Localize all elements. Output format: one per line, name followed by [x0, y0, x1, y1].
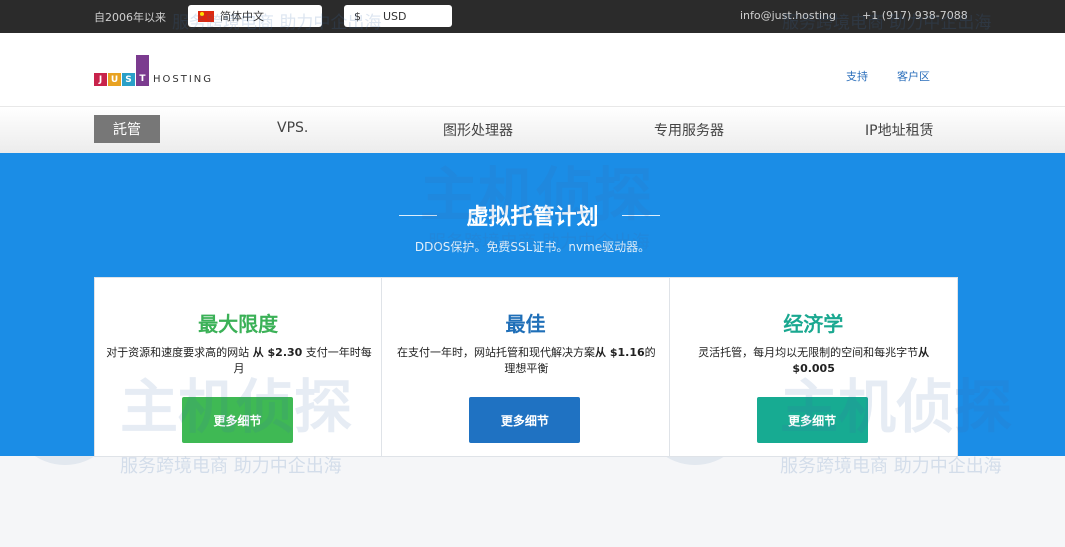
- plan-details-button[interactable]: 更多细节: [756, 397, 868, 443]
- plan-details-button[interactable]: 更多细节: [469, 397, 581, 443]
- nav-item-hosting[interactable]: 託管: [94, 115, 160, 143]
- contact-phone[interactable]: +1 (917) 938-7088: [862, 9, 968, 22]
- logo-letter: S: [122, 73, 135, 86]
- currency-label: USD: [383, 9, 407, 23]
- nav-item-dedicated[interactable]: 专用服务器: [654, 120, 724, 140]
- currency-selector[interactable]: $ USD: [344, 5, 452, 27]
- plan-card-optimal: 最佳 在支付一年时，网站托管和现代解决方案从 $1.16的理想平衡 更多细节: [382, 278, 670, 456]
- language-label: 简体中文: [220, 10, 264, 23]
- since-text: 自2006年以来: [94, 11, 166, 24]
- site-header: J U S T HOSTING 支持 客户区: [0, 33, 1065, 107]
- china-flag-icon: [198, 10, 214, 22]
- nav-item-ip-rental[interactable]: IP地址租赁: [865, 120, 934, 140]
- plan-card-maximum: 最大限度 对于资源和速度要求高的网站 从 $2.30 支付一年时每月 更多细节: [95, 278, 383, 456]
- logo-letter: U: [108, 73, 121, 86]
- hero-subtitle: DDOS保护。免费SSL证书。nvme驱动器。: [414, 240, 651, 254]
- top-bar: 自2006年以来 简体中文 $ USD info@just.hosting +1…: [0, 0, 1065, 33]
- nav-item-gpu[interactable]: 图形处理器: [443, 120, 513, 140]
- plan-details-button[interactable]: 更多细节: [182, 397, 293, 443]
- plan-title: 最大限度: [198, 312, 279, 336]
- nav-item-vps[interactable]: VPS.: [277, 120, 308, 136]
- logo[interactable]: J U S T HOSTING: [94, 54, 213, 86]
- plan-description: 对于资源和速度要求高的网站 从 $2.30 支付一年时每月: [106, 346, 372, 375]
- plan-card-economy: 经济学 灵活托管，每月均以无限制的空间和每兆字节从 $0.005 更多细节: [670, 278, 957, 456]
- plan-title: 最佳: [505, 312, 546, 336]
- language-selector[interactable]: 简体中文: [188, 5, 322, 27]
- plan-price: 从 $1.16: [595, 346, 645, 359]
- plan-description: 在支付一年时，网站托管和现代解决方案从 $1.16的理想平衡: [397, 346, 656, 375]
- client-area-link[interactable]: 客户区: [897, 68, 930, 84]
- logo-letter: T: [136, 55, 149, 86]
- plan-title: 经济学: [783, 312, 844, 336]
- contact-email[interactable]: info@just.hosting: [740, 9, 836, 22]
- plan-description: 灵活托管，每月均以无限制的空间和每兆字节从 $0.005: [698, 346, 930, 375]
- support-link[interactable]: 支持: [846, 68, 868, 84]
- title-divider-right: [622, 215, 660, 216]
- logo-word: HOSTING: [153, 74, 214, 85]
- logo-letter: J: [94, 73, 107, 86]
- hero-title: 虚拟托管计划: [466, 205, 599, 230]
- plan-cards: 最大限度 对于资源和速度要求高的网站 从 $2.30 支付一年时每月 更多细节 …: [94, 277, 958, 457]
- main-nav: 託管 VPS. 图形处理器 专用服务器 IP地址租赁: [0, 107, 1065, 153]
- currency-symbol: $: [354, 9, 361, 23]
- plan-price: 从 $2.30: [252, 346, 303, 359]
